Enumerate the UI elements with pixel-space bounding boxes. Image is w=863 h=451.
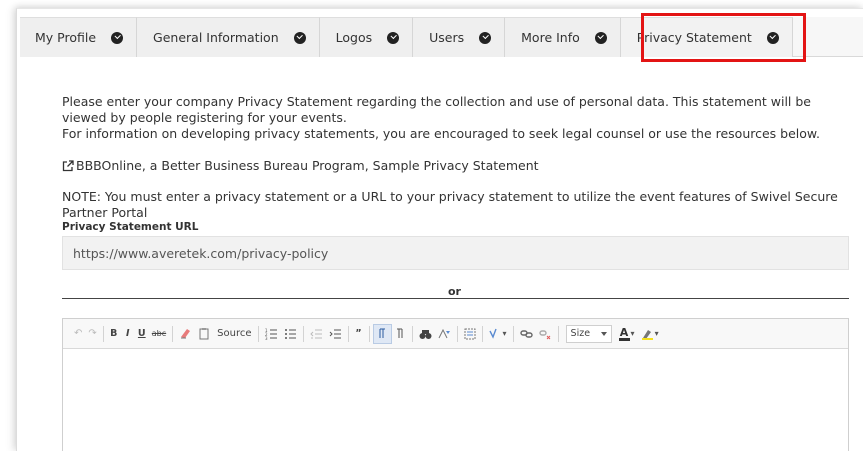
note-text: NOTE: You must enter a privacy statement…	[62, 189, 838, 220]
toolbar-separator	[456, 325, 458, 342]
select-all-icon[interactable]	[461, 324, 479, 344]
url-label: Privacy Statement URL	[62, 221, 199, 233]
tab-privacy-statement[interactable]: Privacy Statement	[620, 17, 793, 57]
toolbar-separator	[411, 325, 413, 342]
toolbar-separator	[347, 325, 349, 342]
intro-text: Please enter your company Privacy Statem…	[62, 94, 811, 125]
tab-label: Privacy Statement	[636, 30, 752, 45]
text-color-letter: A	[619, 325, 629, 339]
link-icon[interactable]	[517, 324, 536, 344]
font-size-label: Size	[570, 328, 591, 339]
toolbar-separator	[557, 325, 559, 342]
toolbar-separator	[102, 325, 104, 342]
font-size-select[interactable]: Size	[565, 324, 612, 343]
editor-toolbar: ↶ ↷ B I U abc Source 123 ” ▾ Size A ▾ ▾	[63, 319, 848, 349]
privacy-url-input[interactable]	[62, 236, 849, 270]
tab-my-profile[interactable]: My Profile	[20, 17, 138, 57]
tab-label: General Information	[153, 30, 279, 45]
redo-icon[interactable]: ↷	[85, 324, 99, 344]
chevron-down-icon: ▾	[630, 329, 635, 338]
tab-logos[interactable]: Logos	[319, 17, 414, 57]
source-button[interactable]: Source	[214, 324, 254, 344]
tab-users[interactable]: Users	[413, 17, 506, 57]
tab-label: More Info	[521, 30, 580, 45]
rich-text-editor: ↶ ↷ B I U abc Source 123 ” ▾ Size A ▾ ▾	[62, 318, 849, 451]
or-label: or	[448, 285, 461, 298]
bold-button[interactable]: B	[107, 324, 121, 344]
privacy-content: Please enter your company Privacy Statem…	[62, 94, 852, 233]
indent-icon[interactable]	[326, 324, 345, 344]
check-circle-icon	[594, 31, 607, 44]
or-divider	[62, 298, 849, 299]
blockquote-icon[interactable]: ”	[352, 324, 366, 344]
text-direction-rtl-icon[interactable]	[392, 324, 409, 344]
numbered-list-icon[interactable]: 123	[262, 324, 281, 344]
text-color-button[interactable]: A ▾	[616, 324, 638, 344]
chevron-down-icon: ▾	[654, 329, 659, 338]
underline-button[interactable]: U	[135, 324, 149, 344]
editor-body[interactable]	[63, 349, 848, 451]
external-link-icon	[62, 160, 74, 172]
chevron-down-icon: ▾	[502, 329, 507, 338]
bulleted-list-icon[interactable]	[281, 324, 300, 344]
toolbar-separator	[481, 325, 483, 342]
tab-label: My Profile	[35, 30, 97, 45]
chevron-down-icon	[600, 331, 607, 336]
toolbar-separator	[172, 325, 174, 342]
italic-button[interactable]: I	[121, 324, 135, 344]
info-text: For information on developing privacy st…	[62, 126, 820, 141]
text-color-icon: A	[618, 325, 630, 341]
toolbar-separator	[368, 325, 370, 342]
toolbar-separator	[512, 325, 514, 342]
paste-special-icon[interactable]	[195, 324, 214, 344]
tab-label: Users	[429, 30, 465, 45]
svg-text:3: 3	[265, 336, 268, 340]
tab-general-information[interactable]: General Information	[137, 17, 320, 57]
tab-more-info[interactable]: More Info	[505, 17, 621, 57]
check-circle-icon	[479, 31, 492, 44]
undo-icon[interactable]: ↶	[71, 324, 85, 344]
check-circle-icon	[111, 31, 124, 44]
unlink-icon[interactable]	[536, 324, 555, 344]
bbb-link[interactable]: BBBOnline, a Better Business Bureau Prog…	[62, 158, 852, 174]
background-color-button[interactable]: ▾	[638, 324, 662, 344]
toolbar-separator	[302, 325, 304, 342]
outdent-icon[interactable]	[307, 324, 326, 344]
strikethrough-button[interactable]: abc	[149, 324, 169, 344]
text-direction-ltr-icon[interactable]	[372, 323, 392, 344]
check-circle-icon	[293, 31, 306, 44]
tab-bar: My Profile General Information Logos Use…	[20, 17, 863, 57]
check-circle-icon	[387, 31, 400, 44]
tab-label: Logos	[335, 30, 373, 45]
remove-format-icon[interactable]	[176, 324, 195, 344]
toolbar-separator	[257, 325, 259, 342]
replace-icon[interactable]	[435, 324, 454, 344]
spellcheck-icon[interactable]: ▾	[486, 324, 510, 344]
find-icon[interactable]	[416, 324, 435, 344]
bbb-link-text: BBBOnline, a Better Business Bureau Prog…	[76, 158, 539, 173]
check-circle-icon	[766, 31, 779, 44]
